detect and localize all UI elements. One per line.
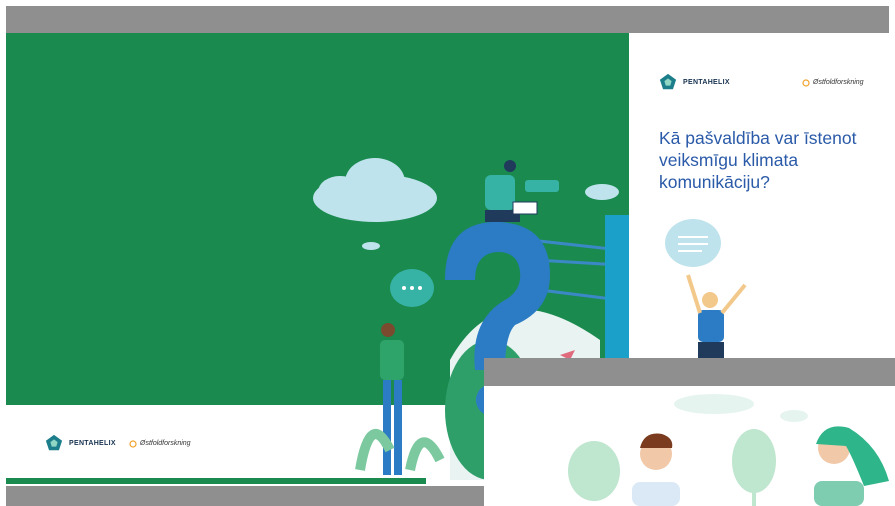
- leaf-icon: [129, 440, 137, 448]
- cloud-icon: [313, 158, 437, 222]
- pentagon-icon: [45, 434, 63, 451]
- speech-bubble-icon: [390, 269, 434, 307]
- ostfoldforskning-logo: Østfoldforskning: [802, 78, 864, 87]
- pentahelix-logo: PENTAHELIX: [659, 73, 730, 91]
- cheering-person-illustration: [665, 219, 747, 358]
- top-frame-bar: [6, 6, 889, 33]
- speech-bubble-icon: [665, 219, 721, 267]
- slide2-top-bar: [484, 358, 895, 386]
- pentagon-icon: [659, 73, 677, 90]
- slide-title: Kā pašvaldība var īstenot veiksmīgu klim…: [659, 128, 857, 192]
- woman-avatar: [814, 426, 889, 506]
- pentahelix-logo: PENTAHELIX: [45, 434, 116, 452]
- thinking-person: [380, 323, 404, 475]
- small-cloud-icon: [362, 242, 380, 250]
- ostfoldforskning-logo: Østfoldforskning: [129, 439, 191, 448]
- slide2-preview: [484, 386, 895, 506]
- speech-bubble-icon: [525, 180, 559, 192]
- small-cloud-icon: [585, 184, 619, 200]
- man-avatar: [632, 433, 680, 506]
- bottom-frame-bar: [6, 486, 484, 506]
- two-people-illustration: [568, 394, 889, 506]
- leaf-icon: [802, 79, 810, 87]
